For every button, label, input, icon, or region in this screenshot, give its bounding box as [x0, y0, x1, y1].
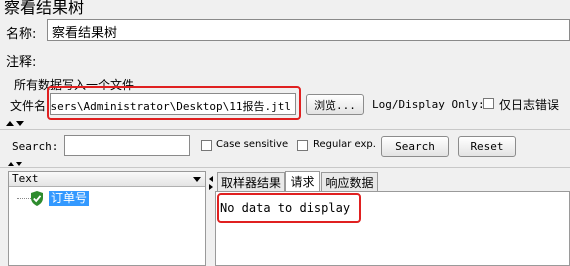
no-data-highlight	[217, 193, 361, 223]
pane-left-arrow-icon[interactable]	[209, 176, 213, 182]
reset-button[interactable]: Reset	[458, 136, 516, 157]
chevron-down-icon	[193, 177, 201, 182]
regex-checkbox[interactable]	[297, 140, 308, 151]
window-title: 察看结果树	[4, 0, 85, 17]
splitter-up-arrow-icon[interactable]	[6, 121, 14, 126]
search-input[interactable]	[64, 135, 190, 156]
pane-collapse-up-icon[interactable]	[8, 162, 14, 166]
pane-right-arrow-icon[interactable]	[209, 184, 213, 190]
splitter-line	[0, 129, 570, 130]
splitter-down-arrow-icon[interactable]	[16, 121, 24, 126]
regex-label: Regular exp.	[313, 139, 376, 150]
success-shield-icon	[31, 191, 43, 206]
search-button[interactable]: Search	[381, 136, 449, 157]
browse-button[interactable]: 浏览...	[306, 94, 364, 115]
log-display-label: Log/Display Only:	[372, 98, 485, 111]
case-sensitive-checkbox[interactable]	[201, 140, 212, 151]
renderer-select-value: Text	[12, 172, 39, 185]
case-sensitive-label: Case sensitive	[216, 139, 289, 150]
filename-highlight	[47, 86, 301, 120]
errors-only-checkbox[interactable]	[483, 98, 494, 109]
tab-sampler-result[interactable]: 取样器结果	[217, 172, 285, 191]
errors-only-label: 仅日志错误	[499, 98, 560, 112]
tree-connector	[17, 198, 31, 200]
tab-request[interactable]: 请求	[285, 171, 320, 191]
comment-input[interactable]	[47, 46, 570, 68]
pane-collapse-down-icon[interactable]	[16, 162, 22, 166]
search-label: Search:	[12, 140, 59, 153]
tab-response-data[interactable]: 响应数据	[321, 172, 378, 191]
renderer-select[interactable]: Text	[9, 172, 205, 187]
name-input[interactable]: 察看结果树	[47, 19, 570, 41]
divider-line	[0, 167, 570, 168]
comment-label: 注释:	[6, 55, 37, 70]
tree-item-label: 订单号	[49, 191, 90, 206]
filename-label: 文件名	[10, 99, 47, 113]
name-label: 名称:	[6, 27, 37, 42]
